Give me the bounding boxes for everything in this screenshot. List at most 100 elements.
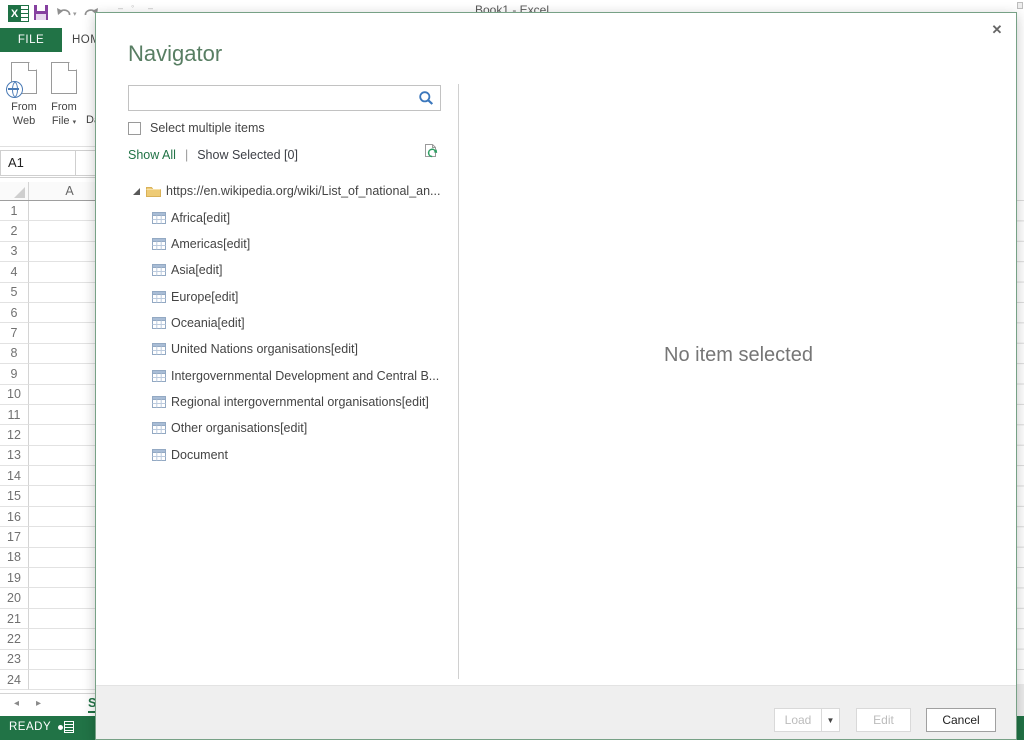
sheet-row: 3 [0, 242, 110, 262]
table-icon [152, 291, 166, 303]
from-file-icon [51, 62, 77, 94]
sheet-row: 1 [0, 201, 110, 221]
row-header[interactable]: 19 [0, 568, 29, 588]
row-header[interactable]: 2 [0, 221, 29, 241]
table-icon [152, 370, 166, 382]
sheet-row: 15 [0, 486, 110, 506]
globe-icon [6, 81, 23, 98]
expander-icon[interactable] [132, 187, 141, 196]
sheet-row: 21 [0, 609, 110, 629]
row-header[interactable]: 22 [0, 629, 29, 649]
sheet-row: 18 [0, 548, 110, 568]
select-all-icon [14, 187, 25, 198]
row-header[interactable]: 9 [0, 364, 29, 384]
close-icon[interactable]: ✕ [988, 21, 1006, 39]
tree-item[interactable]: Oceania[edit] [96, 310, 451, 336]
row-header[interactable]: 3 [0, 242, 29, 262]
tree-item[interactable]: United Nations organisations[edit] [96, 336, 451, 362]
row-header[interactable]: 13 [0, 446, 29, 466]
row-header[interactable]: 4 [0, 262, 29, 282]
row-header[interactable]: 20 [0, 588, 29, 608]
sheet-row: 11 [0, 405, 110, 425]
row-header[interactable]: 14 [0, 466, 29, 486]
tree-item-label: Asia[edit] [171, 263, 222, 277]
dialog-footer: Load ▼ Edit Cancel [96, 685, 1016, 739]
sheet-row: 7 [0, 323, 110, 343]
table-icon [152, 343, 166, 355]
sheet-row: 24 [0, 670, 110, 690]
sheet-nav-right-icon[interactable]: ▸ [36, 698, 41, 709]
from-web-button[interactable]: From Web [5, 58, 43, 144]
dropdown-caret-icon: ▾ [73, 119, 77, 126]
sheet-row: 17 [0, 527, 110, 547]
screen: X ▾ – ◦ – Book1 - Excel FILE HOME From W… [0, 0, 1024, 740]
table-icon [152, 212, 166, 224]
table-icon [152, 317, 166, 329]
sheet-row: 10 [0, 385, 110, 405]
select-all-corner[interactable] [0, 182, 29, 200]
tree-item-label: United Nations organisations[edit] [171, 342, 358, 356]
row-header[interactable]: 5 [0, 283, 29, 303]
tree-item[interactable]: Africa[edit] [96, 204, 451, 230]
row-header[interactable]: 15 [0, 486, 29, 506]
select-multiple-checkbox[interactable] [128, 122, 141, 135]
sheet-row: 2 [0, 221, 110, 241]
table-icon [152, 422, 166, 434]
name-box[interactable]: A1 [0, 150, 76, 176]
pipe-separator: | [185, 148, 188, 162]
load-dropdown-icon[interactable]: ▼ [821, 708, 840, 732]
from-file-button[interactable]: From File ▾ [45, 58, 83, 144]
row-header[interactable]: 17 [0, 527, 29, 547]
sheet-row: 23 [0, 650, 110, 670]
row-header[interactable]: 6 [0, 303, 29, 323]
tree-item[interactable]: Europe[edit] [96, 283, 451, 309]
show-all-link[interactable]: Show All [128, 148, 176, 162]
macro-record-icon[interactable] [58, 721, 74, 734]
tree-item[interactable]: Asia[edit] [96, 257, 451, 283]
row-header[interactable]: 12 [0, 425, 29, 445]
row-header[interactable]: 21 [0, 609, 29, 629]
sheet-row: 22 [0, 629, 110, 649]
cancel-button[interactable]: Cancel [926, 708, 996, 732]
tree-root-item[interactable]: https://en.wikipedia.org/wiki/List_of_na… [96, 178, 451, 204]
sheet-rows: 123456789101112131415161718192021222324 [0, 201, 110, 690]
status-label: READY [9, 721, 51, 733]
sheet-row: 5 [0, 283, 110, 303]
tree-item[interactable]: Intergovernmental Development and Centra… [96, 362, 451, 388]
row-header[interactable]: 10 [0, 385, 29, 405]
folder-icon [146, 185, 161, 197]
tree-item-label: Intergovernmental Development and Centra… [171, 369, 439, 383]
row-header[interactable]: 24 [0, 670, 29, 690]
tree-item[interactable]: Regional intergovernmental organisations… [96, 389, 451, 415]
tree-item-label: Europe[edit] [171, 290, 238, 304]
tree-item-label: Regional intergovernmental organisations… [171, 395, 429, 409]
sheet-nav-left-icon[interactable]: ◂ [14, 698, 19, 709]
row-header[interactable]: 1 [0, 201, 29, 221]
show-selected-link[interactable]: Show Selected [0] [197, 148, 298, 162]
edit-button[interactable]: Edit [856, 708, 911, 732]
load-button[interactable]: Load [774, 708, 822, 732]
search-icon[interactable] [418, 90, 434, 111]
sheet-row: 16 [0, 507, 110, 527]
row-header[interactable]: 7 [0, 323, 29, 343]
table-icon [152, 264, 166, 276]
refresh-icon[interactable] [424, 143, 441, 166]
tab-file[interactable]: FILE [0, 28, 62, 52]
column-header-row: A [0, 182, 110, 201]
row-header[interactable]: 18 [0, 548, 29, 568]
row-header[interactable]: 23 [0, 650, 29, 670]
row-header[interactable]: 16 [0, 507, 29, 527]
tree-root-label: https://en.wikipedia.org/wiki/List_of_na… [166, 184, 440, 198]
tree-item[interactable]: Other organisations[edit] [96, 415, 451, 441]
tree-item[interactable]: Americas[edit] [96, 231, 451, 257]
row-header[interactable]: 11 [0, 405, 29, 425]
row-header[interactable]: 8 [0, 344, 29, 364]
select-multiple-row: Select multiple items [128, 120, 265, 136]
tree-item-label: Document [171, 448, 228, 462]
spreadsheet-grid: A 12345678910111213141516171819202122232… [0, 182, 110, 692]
preview-empty-message: No item selected [459, 344, 1018, 367]
search-input[interactable] [128, 85, 441, 111]
tree-item-label: Oceania[edit] [171, 316, 245, 330]
sheet-row: 9 [0, 364, 110, 384]
tree-item[interactable]: Document [96, 441, 451, 467]
